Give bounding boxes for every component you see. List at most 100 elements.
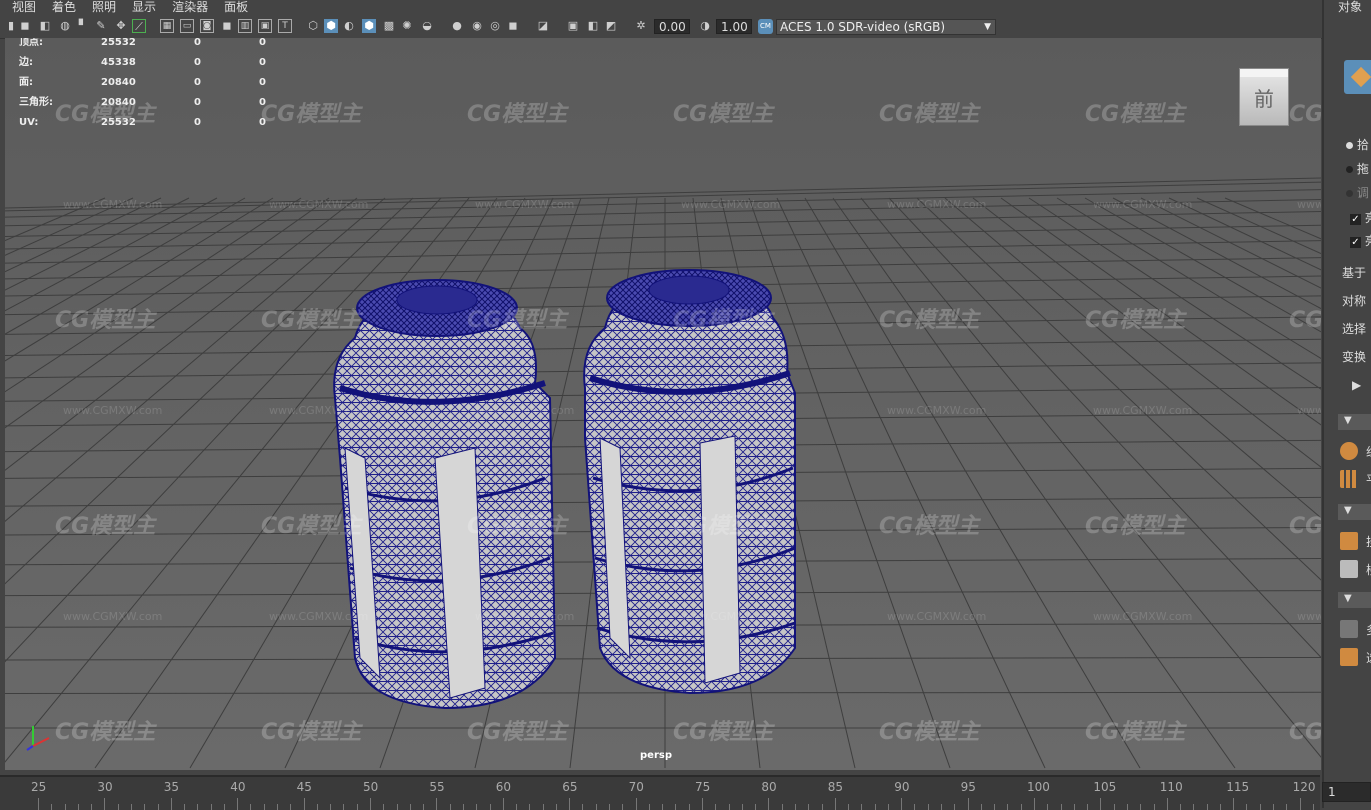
menu-lighting[interactable]: 照明 [92,0,116,14]
timeline-tick [582,804,584,810]
lights-icon[interactable]: ✺ [400,19,414,33]
view-cube[interactable]: 前 [1239,68,1289,126]
gamma-field[interactable]: 1.00 [716,19,752,34]
axis-gizmo [26,726,50,751]
watermark-url: www.CGMXW.com [1297,610,1321,623]
camera-select-icon[interactable]: ▮ [4,19,18,33]
timeline-tick [1007,804,1009,810]
watermark-url: www.CGMXW.com [475,198,575,211]
wireframe-on-shaded-icon[interactable]: ⬢ [362,19,376,33]
grid-line [916,197,1321,581]
safe-action-icon[interactable]: ▣ [258,19,272,33]
timeline-tick [51,804,53,810]
tool-row-3[interactable]: 挂 [1338,530,1371,552]
tool-row-6[interactable]: 选 [1338,646,1371,668]
isolate-select-icon[interactable]: ◪ [536,19,550,33]
timeline-tick [370,798,371,810]
watermark-brand: CG模型主 [879,102,980,127]
menu-panels[interactable]: 面板 [224,0,248,14]
hud-row-vertices: 顶点: 25532 0 0 [19,38,266,48]
radio-adjust[interactable]: 调 [1346,184,1369,201]
object-mode-button[interactable] [1344,60,1371,94]
tool-row-4[interactable]: 楼 [1338,558,1371,580]
grid-icon[interactable]: ▦ [160,19,174,33]
menu-show[interactable]: 显示 [132,0,156,14]
checkbox-label: 亮 [1365,234,1371,248]
section-header-3[interactable]: ▼ [1338,592,1371,608]
move-tool-icon[interactable]: ✥ [114,19,128,33]
watermark-brand: CG模型主 [55,514,156,539]
timeline-tick [436,798,438,810]
timeline-tick [755,804,757,810]
ambient-occlusion-icon[interactable]: ● [450,19,464,33]
gamma-icon[interactable]: ◑ [698,19,712,33]
hud-row-edges: 边: 45338 0 0 [19,57,266,68]
watermark-url: www.CGMXW.com [1093,198,1193,211]
paint-brush-icon[interactable]: ⟋ [132,19,146,33]
field-chart-icon[interactable]: ▥ [238,19,252,33]
menu-shading[interactable]: 着色 [52,0,76,14]
xray-icon[interactable]: ▣ [566,19,580,33]
watermark-url: www.CGMXW.com [681,610,781,623]
section-header-2[interactable]: ▼ [1338,504,1371,520]
watermark-url: www.CGMXW.com [1297,404,1321,417]
timeline-tick-label: 100 [1027,780,1050,794]
timeline-tick [383,804,385,810]
section-header-1[interactable]: ▼ [1338,414,1371,430]
timeline-tick-label: 70 [628,780,644,794]
timeline-tick [662,804,664,810]
exposure-icon[interactable]: ✲ [634,19,648,33]
menu-view[interactable]: 视图 [12,0,36,14]
cube-icon [1350,66,1371,88]
checkbox-highlight-2[interactable]: ✓ 亮 [1350,232,1371,249]
timeline-tick [1166,798,1168,810]
wireframe-icon[interactable]: ⬡ [306,19,320,33]
smooth-shade-icon[interactable]: ⬢ [324,19,338,33]
watermark-brand: CG模型主 [261,720,362,745]
collapse-arrow-icon: ▼ [1344,505,1352,516]
grease-pencil-icon[interactable]: ✎ [94,19,108,33]
xray-joints-icon[interactable]: ◧ [586,19,600,33]
watermark-brand: CG模型主 [879,308,980,333]
xray-components-icon[interactable]: ◩ [604,19,618,33]
exposure-field[interactable]: 0.00 [654,19,690,34]
timeline-tick [462,804,464,810]
tool-row-5[interactable]: 多 [1338,618,1371,640]
watermark-brand: CG模型主 [1289,308,1321,333]
shadows-icon[interactable]: ◒ [420,19,434,33]
perspective-viewport[interactable]: CG模型主 www.CGMXW.com CG模型主 www.CGMXW.com CG模型… [5,38,1321,770]
timeline-tick-label: 65 [562,780,578,794]
view-transform-dropdown[interactable]: ACES 1.0 SDR-video (sRGB) ▼ [776,19,996,35]
sphere-icon [1340,442,1358,460]
timeline-tick [1100,798,1102,810]
depth-of-field-icon[interactable]: ◼ [506,19,520,33]
checkbox-highlight-1[interactable]: ✓ 亮 [1350,209,1371,226]
textured-icon[interactable]: ▩ [382,19,396,33]
tool-row-2[interactable]: 平 [1338,468,1371,490]
timeline-tick [741,804,743,810]
bookmark-icon[interactable]: ◧ [38,19,52,33]
watermark-brand: CG模型主 [467,308,568,333]
image-plane-icon[interactable]: ◍ [58,19,72,33]
timeline-tick [237,798,239,810]
film-gate-icon[interactable]: ▭ [180,19,194,33]
color-management-icon[interactable]: CM [758,19,773,34]
menu-renderer[interactable]: 渲染器 [172,0,208,14]
anti-aliasing-icon[interactable]: ◎ [488,19,502,33]
motion-blur-icon[interactable]: ◉ [470,19,484,33]
radio-pick[interactable]: 拾 [1346,136,1369,153]
expand-arrow-icon[interactable]: ▶ [1352,378,1361,392]
camera-attributes-icon[interactable]: ◼ [18,19,32,33]
default-material-icon[interactable]: ◐ [342,19,356,33]
current-frame-field[interactable]: 1 [1322,782,1371,802]
radio-drag[interactable]: 拖 [1346,160,1369,177]
time-slider[interactable]: 25 30 35 40 45 50 55 60 65 70 75 80 85 90 95 100 105 110 1… [0,775,1320,810]
2d-pan-zoom-icon[interactable]: ▘ [76,19,90,33]
tool-row-1[interactable]: 组 [1338,440,1371,462]
resolution-gate-icon[interactable]: ◙ [200,19,214,33]
grid-line [5,197,274,362]
timeline-tick [914,804,916,810]
safe-title-icon[interactable]: T [278,19,292,33]
grid-line [1168,197,1321,271]
gate-mask-icon[interactable]: ◼ [220,19,234,33]
